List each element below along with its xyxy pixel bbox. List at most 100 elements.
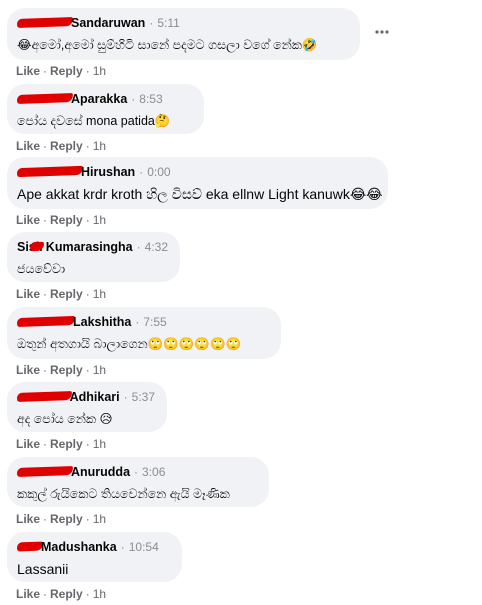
comment-7: Anurudda · 3:06 කකුල් රුයිකෙට තියවෙන්නෙ …: [0, 457, 482, 532]
comment-author[interactable]: Hirushan: [81, 164, 135, 180]
comment-age[interactable]: 1h: [93, 213, 106, 227]
reply-button[interactable]: Reply: [50, 287, 83, 301]
reply-button[interactable]: Reply: [50, 437, 83, 451]
like-button[interactable]: Like: [16, 287, 40, 301]
comment-author[interactable]: Lakshitha: [73, 314, 131, 330]
separator: ·: [85, 437, 90, 451]
comment-author[interactable]: Adhikari: [70, 389, 120, 405]
redaction-mark: [16, 315, 76, 327]
comment-text: Ape akkat krdr kroth හිල විසව් eka ellnw…: [17, 186, 383, 202]
comment-8: Madushanka · 10:54 Lassanii Like · Reply · 1…: [0, 532, 482, 605]
separator: ·: [43, 437, 48, 451]
separator: ·: [85, 64, 90, 78]
separator: ·: [135, 315, 140, 329]
comment-bubble: Aparakka · 8:53 පෝය දවසේ mona patida🤔: [7, 84, 204, 134]
comment-actions: Like · Reply · 1h: [16, 363, 106, 377]
separator: ·: [85, 139, 90, 153]
separator: ·: [43, 363, 48, 377]
reply-button[interactable]: Reply: [50, 587, 83, 601]
comment-bubble: Madushanka · 10:54 Lassanii: [7, 532, 182, 582]
separator: ·: [85, 287, 90, 301]
separator: ·: [43, 587, 48, 601]
comment-bubble: Lakshitha · 7:55 ඔතුන් අතගායි බාලාගෙන🙄🙄🙄…: [7, 307, 281, 359]
separator: ·: [85, 587, 90, 601]
reply-button[interactable]: Reply: [50, 363, 83, 377]
comment-time: 3:06: [142, 465, 166, 479]
separator: ·: [43, 213, 48, 227]
comment-text: ඔතුන් අතගායි බාලාගෙන🙄🙄🙄🙄🙄🙄: [17, 337, 242, 351]
comment-time: 4:32: [144, 240, 168, 254]
reply-button[interactable]: Reply: [50, 64, 83, 78]
comment-age[interactable]: 1h: [93, 64, 106, 78]
separator: ·: [139, 165, 144, 179]
comment-author[interactable]: Anurudda: [71, 464, 130, 480]
comment-4: Sisir Kumarasingha · 4:32 ජයවේවා Like·Re…: [0, 232, 482, 307]
comment-time: 0:00: [147, 165, 171, 179]
separator: ·: [43, 287, 48, 301]
comment-actions: Like · Reply · 1h: [16, 287, 106, 301]
more-dots-icon: [375, 30, 389, 34]
comment-actions: Like · Reply · 1h: [16, 139, 106, 153]
comment-age[interactable]: 1h: [93, 139, 106, 153]
comment-actions: Like · Reply · 1h: [16, 213, 106, 227]
comment-actions: Like · Reply · 1h: [16, 437, 106, 451]
comment-3: Hirushan · 0:00 Ape akkat krdr kroth හිල…: [0, 157, 482, 232]
comment-2: Aparakka · 8:53 පෝය දවසේ mona patida🤔 Li…: [0, 82, 482, 157]
like-button[interactable]: Like: [16, 587, 40, 601]
separator: ·: [134, 465, 139, 479]
comment-text: Lassanii: [17, 561, 69, 577]
more-horizontal-icon[interactable]: [372, 24, 392, 40]
comment-text: අද පෝය නේක 😥: [17, 412, 113, 426]
redaction-mark: [16, 16, 74, 28]
comment-age[interactable]: 1h: [93, 363, 106, 377]
comment-text: ජයවේවා: [17, 262, 66, 276]
separator: ·: [85, 512, 90, 526]
like-button[interactable]: Like: [16, 437, 40, 451]
redaction-mark: [16, 390, 72, 402]
comment-bubble: Sisir Kumarasingha · 4:32 ජයවේවා: [7, 232, 180, 282]
separator: ·: [120, 540, 125, 554]
comment-bubble: Adhikari · 5:37 අද පෝය නේක 😥: [7, 382, 167, 432]
comment-time: 5:37: [131, 390, 155, 404]
comment-time: 5:11: [157, 16, 180, 30]
comment-bubble: Sandaruwan · 5:11 😂අමෝ,අමෝ සුම්හිටි සානේ…: [7, 8, 360, 60]
like-button[interactable]: Like: [16, 512, 40, 526]
separator: ·: [136, 240, 141, 254]
comment-age[interactable]: 1h: [93, 512, 106, 526]
comment-author[interactable]: Aparakka: [71, 91, 127, 107]
comment-text: 😂අමෝ,අමෝ සුම්හිටි සානේ පදමට ගසලා වගේ නේක…: [17, 38, 318, 52]
like-button[interactable]: Like: [16, 213, 40, 227]
comment-5: Lakshitha · 7:55 ඔතුන් අතගායි බාලාගෙන🙄🙄🙄…: [0, 307, 482, 382]
comment-age[interactable]: 1h: [93, 437, 106, 451]
separator: ·: [131, 92, 136, 106]
redaction-mark: [16, 165, 84, 177]
separator: ·: [85, 363, 90, 377]
separator: ·: [123, 390, 128, 404]
comment-bubble: Anurudda · 3:06 කකුල් රුයිකෙට තියවෙන්නෙ …: [7, 457, 269, 507]
comment-age[interactable]: 1h: [93, 287, 106, 301]
separator: ·: [43, 64, 48, 78]
redaction-mark: [16, 541, 44, 551]
redaction-mark: [16, 92, 74, 104]
comment-author[interactable]: Kumarasingha: [46, 239, 133, 255]
comment-time: 7:55: [143, 315, 167, 329]
reply-button[interactable]: Reply: [50, 512, 83, 526]
comment-author[interactable]: Sandaruwan: [71, 15, 145, 31]
separator: ·: [85, 213, 90, 227]
reply-button[interactable]: Reply: [50, 139, 83, 153]
reply-button[interactable]: Reply: [50, 213, 83, 227]
comment-actions: Like · Reply · 1h: [16, 64, 106, 78]
comment-actions: Like · Reply · 1h: [16, 512, 106, 526]
comment-bubble: Hirushan · 0:00 Ape akkat krdr kroth හිල…: [7, 157, 388, 209]
comment-author[interactable]: Madushanka: [41, 539, 117, 555]
like-button[interactable]: Like: [16, 64, 40, 78]
comment-actions: Like · Reply · 1h: [16, 587, 106, 601]
comment-text: කකුල් රුයිකෙට තියවෙන්නෙ ඇයි මෑණික: [17, 487, 230, 501]
separator: ·: [43, 512, 48, 526]
comment-age[interactable]: 1h: [93, 587, 106, 601]
separator: ·: [43, 139, 48, 153]
comment-time: 8:53: [139, 92, 163, 106]
comment-6: Adhikari · 5:37 අද පෝය නේක 😥 Like · Reply ·…: [0, 382, 482, 457]
like-button[interactable]: Like: [16, 363, 40, 377]
like-button[interactable]: Like: [16, 139, 40, 153]
